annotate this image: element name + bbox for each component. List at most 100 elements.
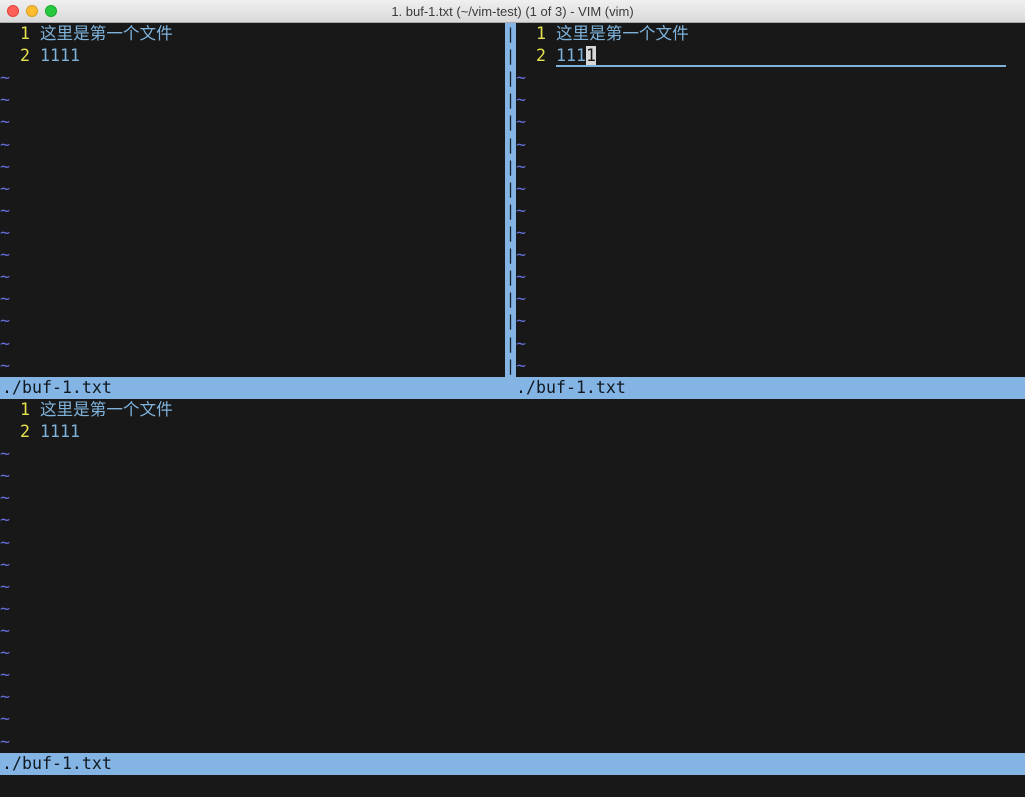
- tilde-marker: ~: [516, 267, 526, 286]
- buffer-line: 2 1111: [516, 45, 1025, 67]
- tilde-marker: ~: [0, 223, 10, 242]
- tilde-marker: ~: [0, 466, 10, 485]
- separator-bar-glyph: |: [505, 200, 516, 222]
- tilde-marker: ~: [0, 555, 10, 574]
- tilde-marker: ~: [0, 68, 10, 87]
- tilde-marker: ~: [516, 245, 526, 264]
- line-number: 2: [0, 46, 40, 65]
- tilde-marker: ~: [516, 179, 526, 198]
- tilde-marker: ~: [516, 356, 526, 375]
- titlebar[interactable]: 1. buf-1.txt (~/vim-test) (1 of 3) - VIM…: [0, 0, 1025, 23]
- empty-line: ~: [0, 134, 505, 156]
- tilde-marker: ~: [0, 356, 10, 375]
- tilde-marker: ~: [0, 267, 10, 286]
- empty-line: ~: [516, 244, 1025, 266]
- tilde-marker: ~: [0, 135, 10, 154]
- statusline-top: ./buf-1.txt ./buf-1.txt: [0, 377, 1025, 399]
- statusline-bottom: ./buf-1.txt: [0, 753, 1025, 775]
- buffer-line: 1 这里是第一个文件: [516, 23, 1025, 45]
- tilde-marker: ~: [0, 201, 10, 220]
- line-text: 这里是第一个文件: [40, 400, 173, 419]
- empty-line: ~: [0, 111, 505, 133]
- line-text: 1111: [40, 46, 80, 65]
- tilde-marker: ~: [0, 112, 10, 131]
- separator-bar-glyph: |: [505, 67, 516, 89]
- empty-line: ~: [0, 642, 1025, 664]
- tilde-marker: ~: [0, 533, 10, 552]
- tilde-marker: ~: [516, 157, 526, 176]
- empty-line: ~: [516, 178, 1025, 200]
- tilde-marker: ~: [516, 289, 526, 308]
- empty-line: ~: [516, 333, 1025, 355]
- buffer-line: 2 1111: [0, 45, 505, 67]
- statusline-filename-bottom: ./buf-1.txt: [2, 753, 112, 775]
- empty-line: ~: [0, 620, 1025, 642]
- empty-line: ~: [0, 465, 1025, 487]
- tilde-marker: ~: [0, 732, 10, 751]
- empty-line: ~: [516, 134, 1025, 156]
- vim-split-top-right[interactable]: 1 这里是第一个文件 2 1111~~~~~~~~~~~~~~: [516, 23, 1025, 377]
- tilde-marker: ~: [0, 665, 10, 684]
- tilde-marker: ~: [0, 311, 10, 330]
- empty-line: ~: [0, 708, 1025, 730]
- empty-line: ~: [0, 67, 505, 89]
- empty-line: ~: [0, 509, 1025, 531]
- tilde-marker: ~: [0, 643, 10, 662]
- separator-bar-glyph: |: [505, 310, 516, 332]
- separator-bar-glyph: |: [505, 266, 516, 288]
- empty-line: ~: [516, 111, 1025, 133]
- line-number: 1: [0, 400, 40, 419]
- tilde-marker: ~: [0, 599, 10, 618]
- line-number: 1: [516, 24, 556, 43]
- tilde-marker: ~: [0, 621, 10, 640]
- separator-bar-glyph: |: [505, 222, 516, 244]
- tilde-marker: ~: [0, 709, 10, 728]
- empty-line: ~: [0, 89, 505, 111]
- command-line[interactable]: :vsp: [2, 775, 1023, 797]
- empty-line: ~: [0, 200, 505, 222]
- separator-bar-glyph: |: [505, 156, 516, 178]
- empty-line: ~: [516, 67, 1025, 89]
- line-text: 1111: [40, 422, 80, 441]
- separator-bar-glyph: |: [505, 89, 516, 111]
- empty-line: ~: [0, 222, 505, 244]
- line-number: 2: [0, 422, 40, 441]
- vertical-split-separator[interactable]: ||||||||||||||||: [505, 23, 516, 377]
- vim-split-top-left[interactable]: 1 这里是第一个文件 2 1111~~~~~~~~~~~~~~: [0, 23, 505, 377]
- empty-line: ~: [0, 178, 505, 200]
- empty-line: ~: [516, 310, 1025, 332]
- tilde-marker: ~: [0, 444, 10, 463]
- tilde-marker: ~: [0, 90, 10, 109]
- vim-split-bottom[interactable]: 1 这里是第一个文件 2 1111~~~~~~~~~~~~~~: [0, 399, 1025, 753]
- empty-line: ~: [0, 487, 1025, 509]
- separator-bar-glyph: |: [505, 355, 516, 377]
- separator-bar-glyph: |: [505, 178, 516, 200]
- tilde-marker: ~: [0, 577, 10, 596]
- empty-line: ~: [516, 266, 1025, 288]
- vim-app-window: 1. buf-1.txt (~/vim-test) (1 of 3) - VIM…: [0, 0, 1025, 797]
- tilde-marker: ~: [516, 135, 526, 154]
- separator-bar-glyph: |: [505, 288, 516, 310]
- empty-line: ~: [0, 266, 505, 288]
- empty-line: ~: [0, 532, 1025, 554]
- empty-line: ~: [0, 664, 1025, 686]
- tilde-marker: ~: [516, 90, 526, 109]
- tilde-marker: ~: [0, 334, 10, 353]
- tilde-marker: ~: [0, 289, 10, 308]
- statusline-filename-top-left: ./buf-1.txt: [2, 377, 112, 399]
- tilde-marker: ~: [516, 334, 526, 353]
- buffer-line: 1 这里是第一个文件: [0, 23, 505, 45]
- vim-terminal: 1 这里是第一个文件 2 1111~~~~~~~~~~~~~~ ||||||||…: [0, 23, 1025, 797]
- empty-line: ~: [516, 156, 1025, 178]
- tilde-marker: ~: [516, 112, 526, 131]
- empty-line: ~: [516, 355, 1025, 377]
- tilde-marker: ~: [516, 311, 526, 330]
- tilde-marker: ~: [516, 201, 526, 220]
- line-number: 1: [0, 24, 40, 43]
- empty-line: ~: [516, 200, 1025, 222]
- tilde-marker: ~: [516, 68, 526, 87]
- empty-line: ~: [0, 333, 505, 355]
- empty-line: ~: [0, 310, 505, 332]
- statusline-filename-top-right: ./buf-1.txt: [516, 377, 626, 399]
- separator-bar-glyph: |: [505, 23, 516, 45]
